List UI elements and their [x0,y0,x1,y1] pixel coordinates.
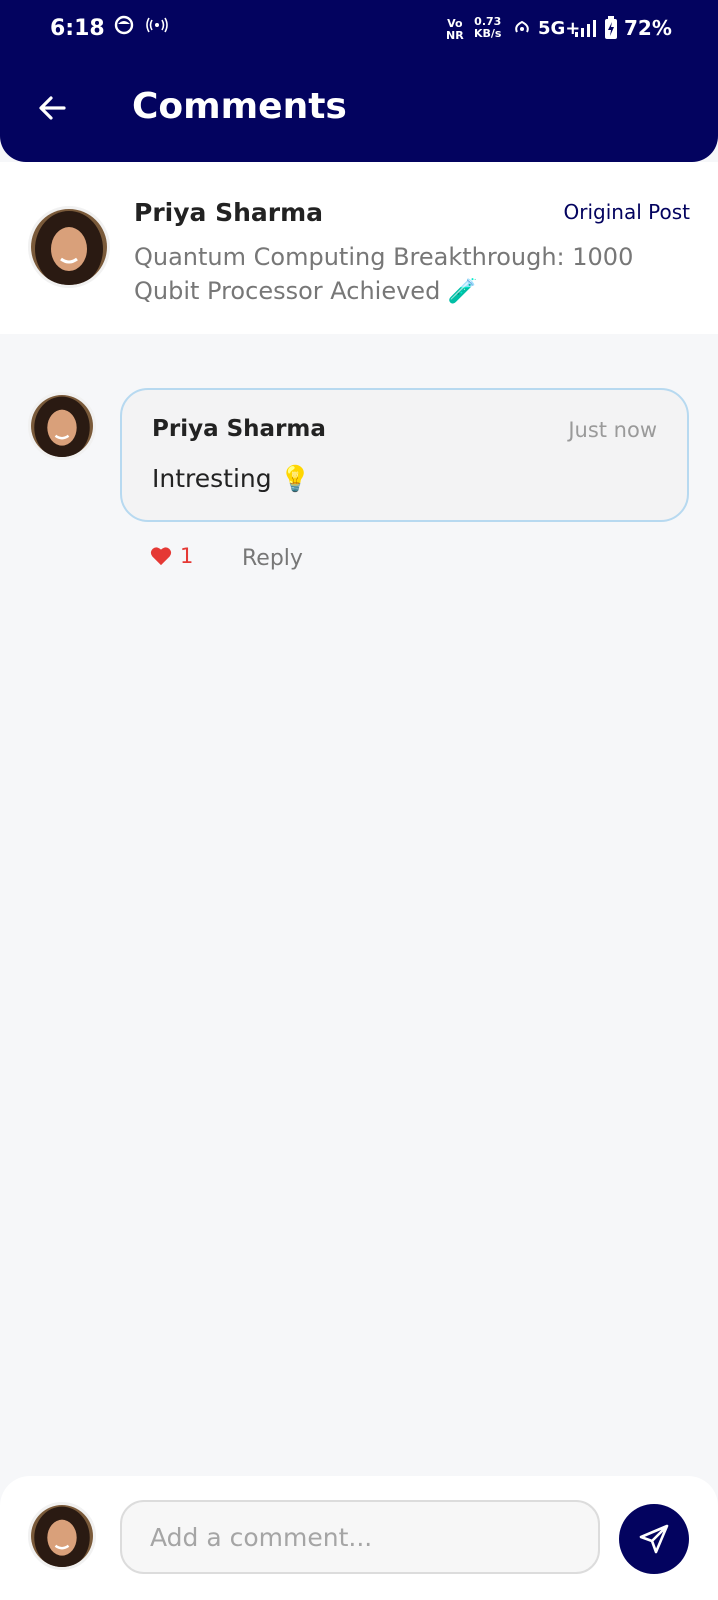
current-user-avatar [28,1502,96,1570]
speed-unit: KB/s [474,27,502,40]
like-button[interactable]: 1 [150,544,193,568]
send-icon [639,1524,669,1554]
comment-composer [0,1476,718,1600]
post-author-name[interactable]: Priya Sharma [134,198,323,227]
page-title: Comments [132,86,347,127]
comment-bubble: Priya Sharma Just now Intresting 💡 [120,388,689,522]
signal-icon [574,18,596,43]
send-button[interactable] [619,1504,689,1574]
wifi-calling-icon [512,18,532,43]
status-time: 6:18 [50,16,105,41]
comment-author-name[interactable]: Priya Sharma [152,416,326,442]
comment-author-avatar[interactable] [28,392,96,460]
volte-bottom: NR [446,29,464,42]
original-post-badge: Original Post [563,200,690,224]
status-bar: 6:18 Vo NR 0.73 KB/s 5G+ 72% [0,0,718,60]
battery-level: 72% [624,16,672,40]
app-header: 6:18 Vo NR 0.73 KB/s 5G+ 72% Comments [0,0,718,162]
heart-icon [150,547,172,566]
post-text: Quantum Computing Breakthrough: 1000 Qub… [134,243,634,305]
battery-charging-icon [604,16,618,45]
original-post: Priya Sharma Original Post Quantum Compu… [0,162,718,334]
like-count: 1 [180,544,194,568]
comment-timestamp: Just now [568,418,657,442]
reply-button[interactable]: Reply [242,546,303,571]
volte-indicator: Vo NR [446,18,464,42]
data-speed: 0.73 KB/s [474,16,501,40]
back-button[interactable] [34,90,70,126]
comment-text: Intresting 💡 [152,464,311,493]
post-author-avatar[interactable] [28,206,110,288]
face-notification-icon [114,15,134,40]
arrow-left-icon [39,96,66,120]
hotspot-icon [146,15,168,40]
comment-input[interactable] [120,1500,600,1574]
